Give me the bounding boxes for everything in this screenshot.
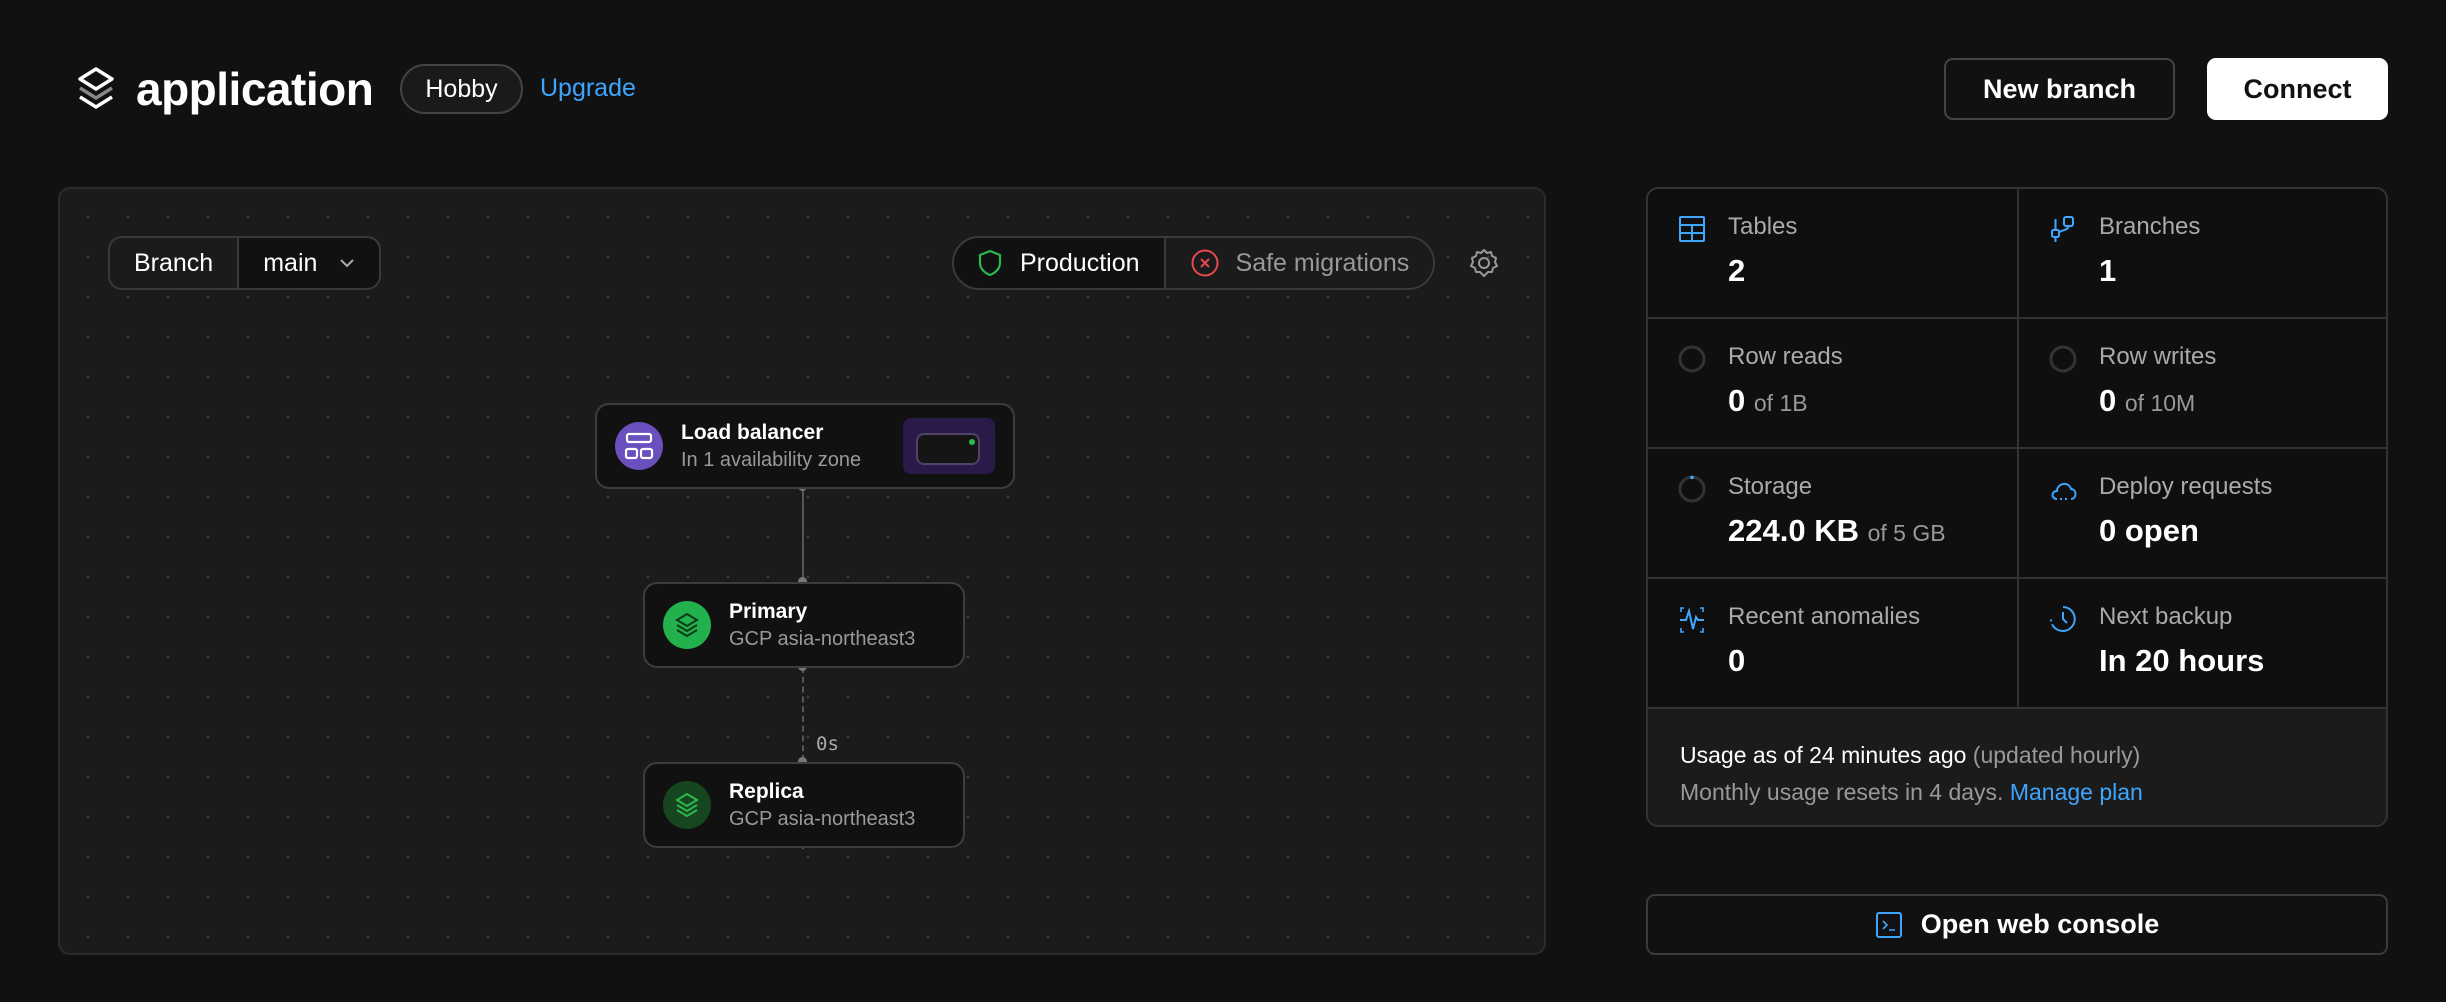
stat-next-backup: Next backup In 20 hours	[2019, 579, 2386, 709]
production-label: Production	[1020, 248, 1140, 277]
stat-limit: of 5 GB	[1867, 520, 1946, 546]
database-title: application	[136, 63, 374, 115]
progress-ring-icon	[1678, 345, 1706, 373]
status-dot	[969, 439, 975, 445]
usage-reset: Monthly usage resets in 4 days.	[1680, 779, 2004, 805]
new-branch-button[interactable]: New branch	[1944, 58, 2175, 120]
branch-value: main	[263, 248, 318, 277]
shield-icon	[978, 249, 1002, 277]
stat-value-number: 0	[2099, 383, 2117, 418]
stat-deploy-requests: Deploy requests 0 open	[2019, 449, 2386, 579]
load-balancer-node[interactable]: Load balancer In 1 availability zone	[595, 403, 1015, 489]
stats-panel: Tables 2 Branches 1 Row reads 0 of 1B Row writ…	[1646, 187, 2388, 827]
stat-value-number: 2	[1728, 253, 1746, 288]
stat-value: 224.0 KB of 5 GB	[1728, 513, 1946, 549]
node-subtitle: GCP asia-northeast3	[729, 627, 916, 650]
stat-label: Branches	[2099, 213, 2201, 240]
open-web-console-button[interactable]: Open web console	[1646, 894, 2388, 955]
stat-value-number: In 20 hours	[2099, 643, 2265, 678]
stat-label: Recent anomalies	[1728, 603, 1921, 630]
stat-value: 0	[1728, 643, 1745, 679]
stat-label: Next backup	[2099, 603, 2233, 630]
terminal-icon	[1875, 911, 1902, 938]
x-circle-icon	[1191, 249, 1219, 277]
node-subtitle: GCP asia-northeast3	[729, 807, 916, 830]
table-icon	[1679, 216, 1705, 242]
stat-label: Deploy requests	[2099, 473, 2273, 500]
branch-label: Branch	[110, 238, 240, 288]
primary-node[interactable]: Primary GCP asia-northeast3	[643, 582, 965, 668]
stat-label: Tables	[1728, 213, 1798, 240]
progress-ring-icon	[1678, 475, 1706, 503]
stat-value: In 20 hours	[2099, 643, 2264, 679]
open-web-console-label: Open web console	[1920, 909, 2160, 939]
usage-note: (updated hourly)	[1972, 742, 2141, 768]
stat-row-reads: Row reads 0 of 1B	[1648, 319, 2019, 449]
replication-lag: 0s	[816, 733, 839, 755]
stat-value: 0 of 1B	[1728, 383, 1808, 419]
upgrade-link[interactable]: Upgrade	[540, 74, 636, 103]
branch-selector[interactable]: Branch main	[108, 236, 382, 290]
stat-value-number: 0	[1728, 383, 1746, 418]
stat-recent-anomalies: Recent anomalies 0	[1648, 579, 2019, 709]
replica-node[interactable]: Replica GCP asia-northeast3	[643, 762, 965, 848]
connect-button[interactable]: Connect	[2207, 58, 2388, 120]
stat-label: Storage	[1728, 473, 1813, 500]
load-balancer-status	[903, 418, 995, 474]
stat-storage: Storage 224.0 KB of 5 GB	[1648, 449, 2019, 579]
stat-value: 2	[1728, 253, 1745, 289]
node-subtitle: In 1 availability zone	[681, 448, 862, 471]
branch-settings-toggle[interactable]: Production Safe migrations	[952, 236, 1436, 290]
gear-icon[interactable]	[1468, 247, 1500, 279]
safe-migrations-label: Safe migrations	[1235, 248, 1410, 277]
cloud-icon	[2051, 483, 2077, 500]
chevron-down-icon	[340, 259, 355, 268]
stat-value-number: 224.0 KB	[1728, 513, 1859, 548]
stat-value-number: 0	[1728, 643, 1746, 678]
branch-dropdown[interactable]: main	[239, 238, 379, 288]
architecture-canvas: Branch main Production Safe migrations 0…	[58, 187, 1546, 955]
manage-plan-link[interactable]: Manage plan	[2010, 779, 2143, 805]
stat-value: 0 open	[2099, 513, 2199, 549]
stat-limit: of 10M	[2124, 390, 2196, 416]
plan-badge: Hobby	[400, 64, 523, 114]
stat-value-number: 1	[2099, 253, 2117, 288]
stat-row-writes: Row writes 0 of 10M	[2019, 319, 2386, 449]
stat-branches: Branches 1	[2019, 189, 2386, 319]
production-toggle[interactable]: Production	[954, 238, 1166, 288]
stat-value: 1	[2099, 253, 2116, 289]
node-title: Replica	[729, 779, 804, 803]
stat-label: Row writes	[2099, 343, 2217, 370]
pulse-icon	[1680, 607, 1704, 633]
stat-tables: Tables 2	[1648, 189, 2019, 319]
safe-migrations-toggle[interactable]: Safe migrations	[1165, 238, 1434, 288]
stat-label: Row reads	[1728, 343, 1843, 370]
database-logo-icon	[78, 67, 114, 109]
load-balancer-icon	[615, 422, 663, 470]
node-title: Load balancer	[681, 420, 824, 444]
clock-icon	[2050, 606, 2076, 632]
node-title: Primary	[729, 599, 808, 623]
stat-value: 0 of 10M	[2099, 383, 2195, 419]
stat-limit: of 1B	[1753, 390, 1808, 416]
progress-ring-icon	[2049, 345, 2077, 373]
database-icon	[663, 601, 711, 649]
stat-value-number: 0 open	[2099, 513, 2199, 548]
usage-footer: Usage as of 24 minutes ago (updated hour…	[1648, 709, 2386, 825]
database-icon	[663, 781, 711, 829]
usage-timestamp: Usage as of 24 minutes ago	[1680, 742, 1967, 768]
branch-icon	[2051, 216, 2074, 242]
